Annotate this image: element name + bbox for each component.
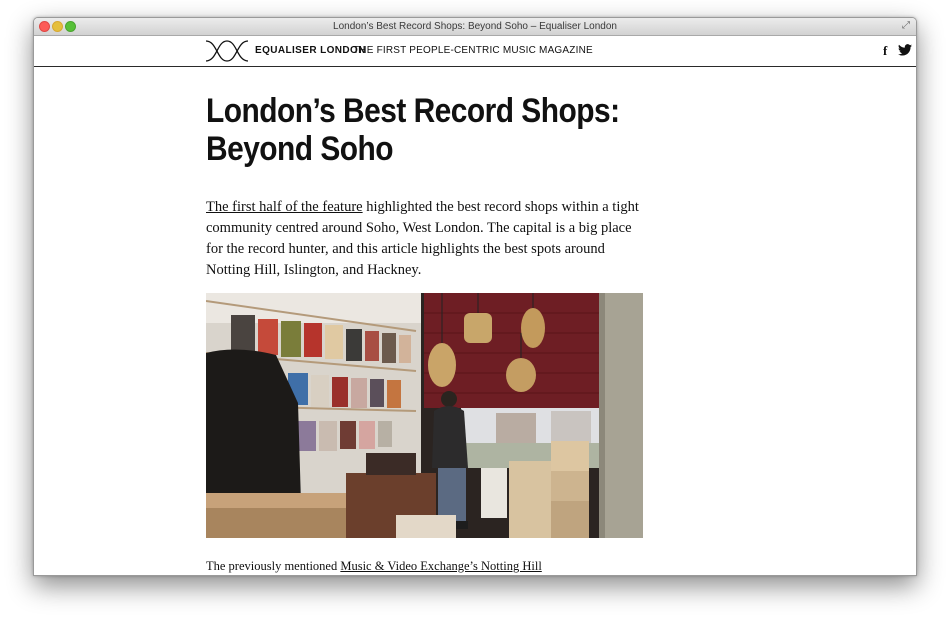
next-text: The previously mentioned <box>206 559 341 573</box>
fullscreen-icon[interactable]: ⤢ <box>900 20 912 32</box>
equaliser-logo-icon[interactable] <box>205 40 249 67</box>
next-paragraph: The previously mentioned Music & Video E… <box>206 558 646 574</box>
record-shop-photo <box>206 293 643 538</box>
article-title-line-1: London’s Best Record Shops: <box>206 92 620 130</box>
facebook-icon[interactable]: f <box>883 43 887 59</box>
intro-paragraph: The first half of the feature highlighte… <box>206 197 646 281</box>
article-title: London’s Best Record Shops: Beyond Soho <box>206 92 620 168</box>
browser-window: London’s Best Record Shops: Beyond Soho … <box>33 17 917 576</box>
site-name[interactable]: EQUALISER LONDON <box>255 45 366 56</box>
first-half-link[interactable]: The first half of the feature <box>206 199 363 215</box>
twitter-icon[interactable] <box>898 43 912 61</box>
music-video-exchange-link[interactable]: Music & Video Exchange’s Notting Hill <box>340 559 541 573</box>
window-title: London’s Best Record Shops: Beyond Soho … <box>333 21 617 32</box>
site-header: EQUALISER LONDON THE FIRST PEOPLE-CENTRI… <box>34 36 916 67</box>
window-titlebar: London’s Best Record Shops: Beyond Soho … <box>34 18 916 36</box>
article-title-line-2: Beyond Soho <box>206 130 394 168</box>
site-tagline: THE FIRST PEOPLE-CENTRIC MUSIC MAGAZINE <box>353 45 593 56</box>
